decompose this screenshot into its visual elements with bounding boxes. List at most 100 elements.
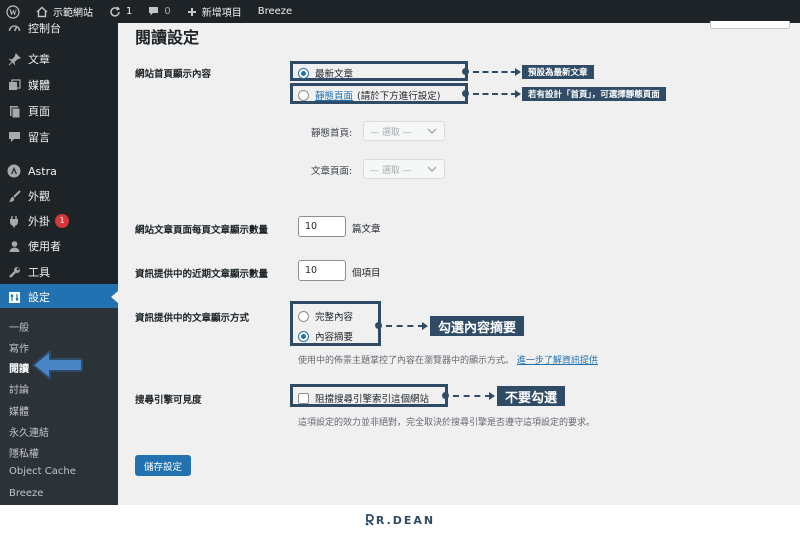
feed-count-suffix: 個項目 xyxy=(352,268,381,279)
callout-excerpt: 勾選內容摘要 xyxy=(430,316,525,336)
sidebar-item-plugins[interactable]: 外掛 1 xyxy=(0,208,118,234)
settings-submenu: 一般 寫作 閱讀 討論 媒體 永久連結 隱私權 Object Cache Bre… xyxy=(0,308,118,505)
submenu-item-object-cache[interactable]: Object Cache xyxy=(9,466,76,477)
sidebar-item-media[interactable]: 媒體 xyxy=(0,72,118,98)
sidebar-item-label: 外觀 xyxy=(28,190,50,203)
connector-dash xyxy=(473,71,517,73)
connector-dash xyxy=(386,325,424,327)
connector-dot xyxy=(462,90,469,97)
page-title: 閱讀設定 xyxy=(135,28,200,47)
sidebar-item-label: 頁面 xyxy=(28,105,50,118)
static-page-note: (請於下方進行設定) xyxy=(357,91,441,102)
submenu-item-permalinks[interactable]: 永久連結 xyxy=(9,424,49,439)
checkbox-discourage-search-label: 阻擋搜尋引擎索引這個網站 xyxy=(315,394,430,405)
refresh-icon xyxy=(110,6,121,17)
submenu-item-privacy[interactable]: 隱私權 xyxy=(9,445,39,460)
static-page-link[interactable]: 靜態頁面 xyxy=(315,88,353,102)
homepage-display-label: 網站首頁顯示內容 xyxy=(135,69,212,80)
radio-full-text[interactable]: 完整內容 xyxy=(298,309,353,323)
radio-latest-posts-label: 最新文章 xyxy=(315,69,354,80)
sidebar-item-label: 留言 xyxy=(28,131,50,144)
radio-static-page-input[interactable] xyxy=(298,89,309,101)
media-icon xyxy=(6,77,22,93)
sidebar-item-posts[interactable]: 文章 xyxy=(0,46,118,72)
sidebar-item-pages[interactable]: 頁面 xyxy=(0,98,118,124)
wordpress-logo-button[interactable]: W xyxy=(0,0,26,23)
brand-mark-icon xyxy=(365,514,374,526)
sidebar-item-dashboard[interactable]: 控制台 xyxy=(0,23,118,41)
radio-full-text-input[interactable] xyxy=(298,310,309,322)
submenu-item-reading[interactable]: 閱讀 xyxy=(9,360,29,375)
radio-full-text-label: 完整內容 xyxy=(315,312,354,323)
submenu-item-media[interactable]: 媒體 xyxy=(9,403,29,418)
updates-count: 1 xyxy=(126,6,133,17)
sidebar-item-tools[interactable]: 工具 xyxy=(0,259,118,285)
submenu-item-breeze[interactable]: Breeze xyxy=(9,488,43,499)
pointer-arrow-icon xyxy=(32,350,83,380)
sidebar-item-label: Astra xyxy=(28,164,57,178)
sidebar-item-users[interactable]: 使用者 xyxy=(0,233,118,259)
posts-page-select-value: — 選取 — xyxy=(370,165,412,176)
sidebar-item-label: 使用者 xyxy=(28,240,61,253)
admin-sidebar: 控制台 文章 媒體 頁面 留言 Astra 外觀 外掛 1 使用者 工具 設定 … xyxy=(0,23,118,505)
sidebar-item-label: 工具 xyxy=(28,266,50,279)
wrench-icon xyxy=(6,264,22,280)
chevron-down-icon xyxy=(427,128,437,134)
radio-excerpt-input[interactable] xyxy=(298,330,309,342)
comment-icon xyxy=(6,129,22,145)
sidebar-item-label: 控制台 xyxy=(28,23,61,35)
sidebar-item-label: 媒體 xyxy=(28,79,50,92)
astra-icon xyxy=(6,163,22,179)
new-content-link[interactable]: 新增項目 xyxy=(181,0,248,23)
callout-latest-posts: 預設為最新文章 xyxy=(522,65,594,79)
radio-excerpt[interactable]: 內容摘要 xyxy=(298,329,353,343)
screen-options-tab[interactable] xyxy=(710,21,790,29)
submenu-item-general[interactable]: 一般 xyxy=(9,319,29,334)
posts-page-select[interactable]: — 選取 — xyxy=(363,159,445,179)
radio-excerpt-label: 內容摘要 xyxy=(315,332,354,343)
submenu-item-writing[interactable]: 寫作 xyxy=(9,340,29,355)
posts-per-page-suffix: 篇文章 xyxy=(352,224,381,235)
search-visibility-label: 搜尋引擎可見度 xyxy=(135,395,202,406)
new-content-label: 新增項目 xyxy=(201,8,242,19)
updates-link[interactable]: 1 xyxy=(103,0,138,23)
sidebar-item-comments[interactable]: 留言 xyxy=(0,124,118,150)
radio-latest-posts-input[interactable] xyxy=(298,67,309,79)
feed-display-description: 使用中的佈景主題掌控了內容在瀏覽器中的顯示方式。 進一步了解資訊提供 xyxy=(298,353,598,366)
dashboard-icon xyxy=(6,23,22,36)
admin-bar: W 示範網站 1 0 新增項目 Breeze xyxy=(0,0,800,23)
connector-dot xyxy=(462,68,469,75)
feed-display-desc-text: 使用中的佈景主題掌控了內容在瀏覽器中的顯示方式。 xyxy=(298,356,515,366)
connector-dot xyxy=(442,392,449,399)
sidebar-item-appearance[interactable]: 外觀 xyxy=(0,183,118,209)
footer: R.DEAN xyxy=(0,505,800,535)
site-name-link[interactable]: 示範網站 xyxy=(30,0,99,23)
sidebar-item-label: 文章 xyxy=(28,53,50,66)
plus-icon xyxy=(187,7,196,16)
radio-static-page[interactable]: 靜態頁面 (請於下方進行設定) xyxy=(298,88,440,102)
feed-learn-more-link[interactable]: 進一步了解資訊提供 xyxy=(517,356,598,366)
comments-count: 0 xyxy=(164,6,171,17)
submenu-item-discussion[interactable]: 討論 xyxy=(9,381,29,396)
search-visibility-description: 這項設定的效力並非絕對，完全取決於搜尋引擎是否遵守這項設定的要求。 xyxy=(298,418,596,428)
connector-dash xyxy=(473,93,517,95)
feed-count-input[interactable]: 10 xyxy=(298,260,346,281)
comments-link[interactable]: 0 xyxy=(142,0,176,23)
posts-per-page-input[interactable]: 10 xyxy=(298,216,346,237)
home-icon xyxy=(36,6,48,17)
plug-icon xyxy=(6,213,22,229)
checkbox-discourage-search-input[interactable] xyxy=(298,392,309,404)
breeze-link[interactable]: Breeze xyxy=(252,0,298,23)
wordpress-icon: W xyxy=(6,4,20,19)
brush-icon xyxy=(6,188,22,204)
sidebar-item-label: 設定 xyxy=(28,291,50,304)
site-name: 示範網站 xyxy=(53,8,93,19)
radio-latest-posts[interactable]: 最新文章 xyxy=(298,66,353,80)
checkbox-discourage-search[interactable]: 阻擋搜尋引擎索引這個網站 xyxy=(298,391,429,405)
comment-icon xyxy=(149,7,159,16)
sidebar-item-settings[interactable]: 設定 xyxy=(0,284,118,310)
brand-text: R.DEAN xyxy=(375,513,436,527)
sidebar-item-astra[interactable]: Astra xyxy=(0,158,118,184)
save-button[interactable]: 儲存設定 xyxy=(135,455,192,476)
static-home-select[interactable]: — 選取 — xyxy=(363,121,445,141)
